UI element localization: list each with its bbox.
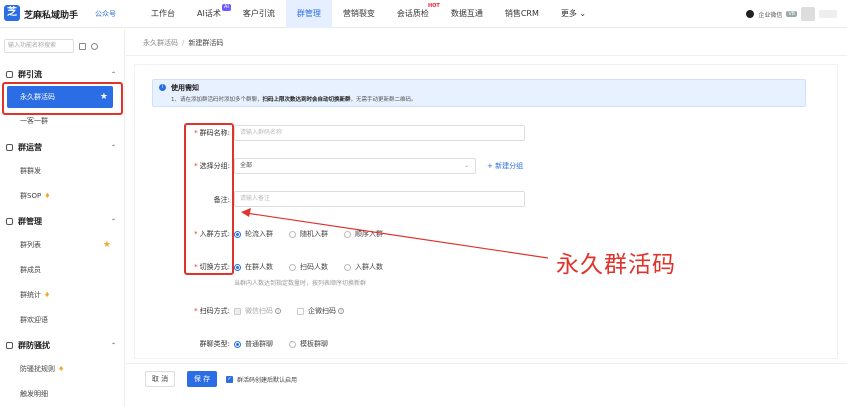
form-footer — [126, 363, 847, 407]
annotation-label: 永久群活码 — [556, 252, 676, 278]
checkbox-label: 群活码创建后默认启用 — [237, 377, 298, 384]
enable-by-default-checkbox[interactable]: ✓ 群活码创建后默认启用 — [226, 375, 297, 384]
checkmark-icon[interactable]: ✓ — [226, 376, 233, 383]
save-button[interactable]: 保 存 — [187, 371, 217, 387]
cancel-button[interactable]: 取 消 — [145, 371, 175, 387]
annotation-arrow — [241, 208, 549, 259]
arrow-head — [241, 208, 251, 217]
arrow-line — [245, 212, 549, 259]
